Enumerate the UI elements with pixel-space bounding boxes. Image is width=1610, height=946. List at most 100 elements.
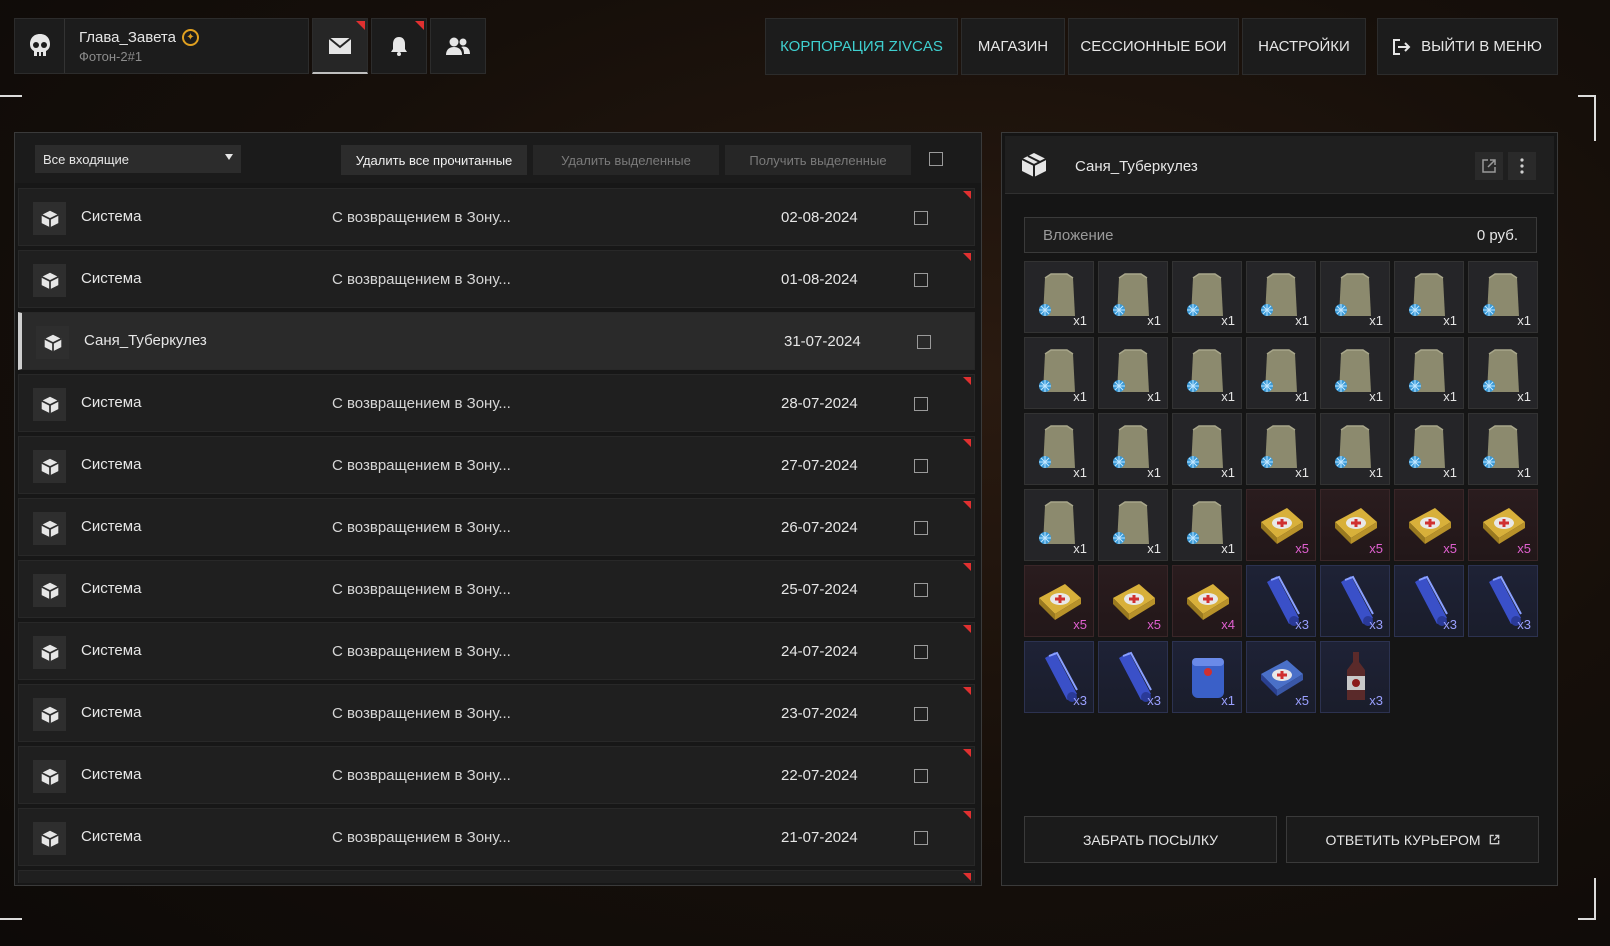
armor-plate-item[interactable]: x1 (1024, 489, 1094, 561)
mail-row[interactable]: Система С возвращением в Зону... 02-08-202… (18, 188, 975, 246)
nav-settings[interactable]: НАСТРОЙКИ (1242, 18, 1366, 75)
medkit-item[interactable]: x5 (1246, 489, 1316, 561)
mail-row[interactable]: Система С возвращением в Зону... 25-07-202… (18, 560, 975, 618)
package-icon (33, 450, 66, 483)
mail-row[interactable]: Система С возвращением в Зону... 22-07-202… (18, 746, 975, 804)
stimulator-item[interactable]: x3 (1024, 641, 1094, 713)
armor-plate-item[interactable]: x1 (1320, 413, 1390, 485)
stimulator-item[interactable]: x3 (1246, 565, 1316, 637)
mail-row-checkbox[interactable] (914, 459, 928, 473)
armor-plate-item[interactable]: x1 (1098, 489, 1168, 561)
nav-shop[interactable]: МАГАЗИН (961, 18, 1065, 75)
mail-row[interactable]: Система С возвращением в Зону... 27-07-202… (18, 436, 975, 494)
select-all-checkbox[interactable] (929, 152, 943, 166)
stimulator-item[interactable]: x3 (1394, 565, 1464, 637)
mail-row[interactable]: Система С возвращением в Зону... 26-07-202… (18, 498, 975, 556)
medkit-item[interactable]: x5 (1024, 565, 1094, 637)
more-options-button[interactable] (1508, 152, 1536, 180)
armor-plate-item[interactable]: x1 (1246, 337, 1316, 409)
mail-button[interactable] (312, 18, 368, 74)
mail-row-checkbox[interactable] (914, 397, 928, 411)
canister-item[interactable]: x1 (1172, 641, 1242, 713)
stimulator-item[interactable]: x3 (1320, 565, 1390, 637)
mail-row-checkbox[interactable] (914, 645, 928, 659)
mail-filter-value: Все входящие (43, 151, 130, 167)
profile-squad: Фотон-2#1 (79, 48, 143, 64)
mail-row[interactable]: Система С возвращением в Зону... 01-08-202… (18, 250, 975, 308)
nav-session-battles[interactable]: СЕССИОННЫЕ БОИ (1068, 18, 1239, 75)
mail-row-checkbox[interactable] (914, 769, 928, 783)
unread-flag (963, 439, 971, 447)
notifications-button[interactable] (371, 18, 427, 74)
medkit-item[interactable]: x5 (1468, 489, 1538, 561)
mail-row-checkbox[interactable] (914, 583, 928, 597)
mail-row-checkbox[interactable] (917, 335, 931, 349)
medkit-item[interactable]: x4 (1172, 565, 1242, 637)
package-icon (33, 760, 66, 793)
external-link-icon (1489, 834, 1499, 845)
item-quantity: x1 (1147, 389, 1161, 404)
unread-flag (356, 21, 365, 30)
item-quantity: x1 (1073, 465, 1087, 480)
mail-row-checkbox[interactable] (914, 831, 928, 845)
delete-read-button[interactable]: Удалить все прочитанные (341, 145, 527, 175)
mail-date: 31-07-2024 (784, 333, 861, 350)
armor-plate-item[interactable]: x1 (1394, 413, 1464, 485)
bottle-item[interactable]: x3 (1320, 641, 1390, 713)
more-vertical-icon (1520, 158, 1524, 174)
unread-flag (963, 501, 971, 509)
mail-row-checkbox[interactable] (914, 273, 928, 287)
nav-corporation[interactable]: КОРПОРАЦИЯ ZIVCAS (765, 18, 958, 75)
mail-subject: С возвращением в Зону... (332, 457, 511, 474)
medkit-item[interactable]: x5 (1320, 489, 1390, 561)
stimulator-item[interactable]: x3 (1098, 641, 1168, 713)
mail-subject: С возвращением в Зону... (332, 271, 511, 288)
medkit-item[interactable]: x5 (1394, 489, 1464, 561)
armor-plate-item[interactable]: x1 (1098, 337, 1168, 409)
armor-plate-item[interactable]: x1 (1098, 413, 1168, 485)
blue-medkit-item[interactable]: x5 (1246, 641, 1316, 713)
frame-corner (1578, 878, 1596, 920)
unread-flag (963, 563, 971, 571)
friends-button[interactable] (430, 18, 486, 74)
mail-date: 28-07-2024 (781, 395, 858, 412)
armor-plate-item[interactable]: x1 (1172, 413, 1242, 485)
mail-date: 25-07-2024 (781, 581, 858, 598)
armor-plate-item[interactable]: x1 (1172, 489, 1242, 561)
armor-plate-item[interactable]: x1 (1098, 261, 1168, 333)
mail-row[interactable] (18, 870, 975, 883)
armor-plate-item[interactable]: x1 (1468, 261, 1538, 333)
mail-row[interactable]: Система С возвращением в Зону... 23-07-202… (18, 684, 975, 742)
armor-plate-item[interactable]: x1 (1024, 413, 1094, 485)
mail-row[interactable]: Система С возвращением в Зону... 24-07-202… (18, 622, 975, 680)
delete-selected-button[interactable]: Удалить выделенные (533, 145, 719, 175)
armor-plate-item[interactable]: x1 (1024, 337, 1094, 409)
mail-row-checkbox[interactable] (914, 211, 928, 225)
take-parcel-button[interactable]: ЗАБРАТЬ ПОСЫЛКУ (1024, 816, 1277, 863)
open-external-button[interactable] (1475, 152, 1503, 180)
mail-row[interactable]: Система С возвращением в Зону... 21-07-202… (18, 808, 975, 866)
armor-plate-item[interactable]: x1 (1320, 337, 1390, 409)
mail-filter-select[interactable]: Все входящие (35, 145, 241, 173)
mail-row-checkbox[interactable] (914, 521, 928, 535)
stimulator-item[interactable]: x3 (1468, 565, 1538, 637)
exit-menu-button[interactable]: ВЫЙТИ В МЕНЮ (1377, 18, 1558, 75)
armor-plate-item[interactable]: x1 (1468, 337, 1538, 409)
armor-plate-item[interactable]: x1 (1172, 261, 1242, 333)
mail-row-checkbox[interactable] (914, 707, 928, 721)
armor-plate-item[interactable]: x1 (1172, 337, 1242, 409)
armor-plate-item[interactable]: x1 (1246, 261, 1316, 333)
armor-plate-item[interactable]: x1 (1394, 337, 1464, 409)
armor-plate-item[interactable]: x1 (1468, 413, 1538, 485)
reply-courier-button[interactable]: ОТВЕТИТЬ КУРЬЕРОМ (1286, 816, 1539, 863)
mail-row[interactable]: Система С возвращением в Зону... 28-07-202… (18, 374, 975, 432)
profile-card[interactable]: Глава_Завета ✦ Фотон-2#1 (14, 18, 309, 74)
mail-row[interactable]: Саня_Туберкулез 31-07-2024 (18, 312, 975, 370)
armor-plate-item[interactable]: x1 (1246, 413, 1316, 485)
receive-selected-button[interactable]: Получить выделенные (725, 145, 911, 175)
armor-plate-item[interactable]: x1 (1394, 261, 1464, 333)
armor-plate-item[interactable]: x1 (1320, 261, 1390, 333)
package-icon (33, 698, 66, 731)
armor-plate-item[interactable]: x1 (1024, 261, 1094, 333)
medkit-item[interactable]: x5 (1098, 565, 1168, 637)
